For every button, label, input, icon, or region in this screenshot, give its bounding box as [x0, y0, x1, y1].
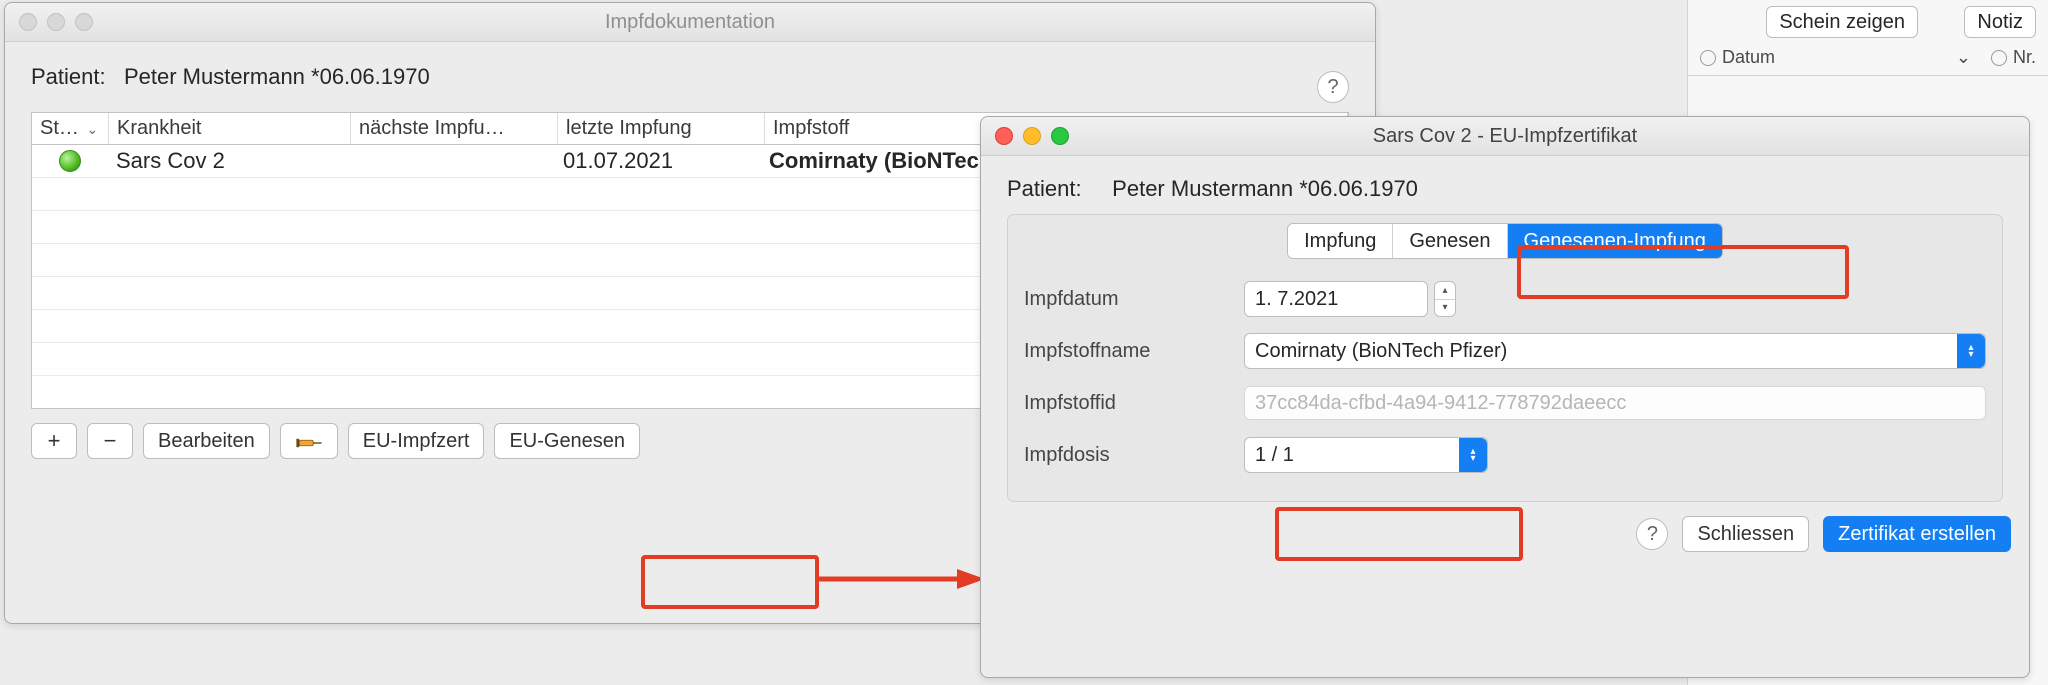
- select-arrows-icon: ▴▾: [1459, 438, 1487, 472]
- window-title: Impfdokumentation: [5, 11, 1375, 34]
- schein-button[interactable]: Schein zeigen: [1766, 6, 1918, 38]
- cell-letzte: 01.07.2021: [555, 148, 761, 174]
- arrow-icon: [817, 563, 987, 595]
- label-impfdosis: Impfdosis: [1024, 444, 1244, 467]
- cell-krankheit: Sars Cov 2: [108, 148, 349, 174]
- impfdatum-input[interactable]: 1. 7.2021: [1244, 281, 1428, 317]
- patient-label: Patient:: [1007, 176, 1082, 201]
- highlight-eu-genesen: [641, 555, 819, 609]
- close-icon[interactable]: [19, 13, 37, 31]
- col-naechste[interactable]: nächste Impfu…: [351, 113, 558, 144]
- traffic-lights: [995, 127, 1069, 145]
- schliessen-button[interactable]: Schliessen: [1682, 516, 1809, 552]
- select-arrows-icon: ▴▾: [1957, 334, 1985, 368]
- status-green-icon: [59, 150, 81, 172]
- tab-segment: Impfung Genesen Genesenen-Impfung: [1287, 223, 1723, 259]
- chevron-down-icon: ⌄: [1956, 47, 1971, 68]
- impfdosis-select[interactable]: 1 / 1 ▴▾: [1244, 437, 1488, 473]
- patient-line: Patient: Peter Mustermann *06.06.1970: [1007, 176, 2003, 202]
- patient-line: Patient: Peter Mustermann *06.06.1970: [31, 64, 430, 90]
- impfstoffname-select[interactable]: Comirnaty (BioNTech Pfizer) ▴▾: [1244, 333, 1986, 369]
- close-icon[interactable]: [995, 127, 1013, 145]
- help-button[interactable]: ?: [1636, 518, 1668, 550]
- minimize-icon[interactable]: [1023, 127, 1041, 145]
- patient-value: Peter Mustermann *06.06.1970: [124, 64, 430, 89]
- tab-impfung[interactable]: Impfung: [1288, 224, 1393, 258]
- label-impfdatum: Impfdatum: [1024, 288, 1244, 311]
- syringe-icon: [295, 432, 323, 450]
- chevron-up-icon: ▴: [1435, 282, 1455, 300]
- chevron-down-icon: ▾: [1435, 300, 1455, 317]
- radio-icon: [1700, 50, 1716, 66]
- eu-genesen-button[interactable]: EU-Genesen: [494, 423, 640, 459]
- help-button[interactable]: ?: [1317, 71, 1349, 103]
- tab-genesenen-impfung[interactable]: Genesenen-Impfung: [1508, 224, 1722, 258]
- titlebar: Sars Cov 2 - EU-Impfzertifikat: [981, 117, 2029, 156]
- form-card: Impfung Genesen Genesenen-Impfung Impfda…: [1007, 214, 2003, 502]
- eu-impfzert-button[interactable]: EU-Impfzert: [348, 423, 485, 459]
- bg-table-header: Datum ⌄ Nr.: [1688, 40, 2048, 76]
- minimize-icon[interactable]: [47, 13, 65, 31]
- notiz-button[interactable]: Notiz: [1964, 6, 2036, 38]
- traffic-lights: [19, 13, 93, 31]
- bottom-bar: ? Schliessen Zertifikat erstellen: [981, 502, 2029, 564]
- label-impfstoffname: Impfstoffname: [1024, 340, 1244, 363]
- chevron-down-icon: ⌄: [86, 121, 98, 137]
- titlebar: Impfdokumentation: [5, 3, 1375, 42]
- syringe-button[interactable]: [280, 423, 338, 459]
- col-datum[interactable]: Datum: [1722, 47, 1956, 68]
- remove-button[interactable]: −: [87, 423, 133, 459]
- zertifikat-erstellen-button[interactable]: Zertifikat erstellen: [1823, 516, 2011, 552]
- patient-label: Patient:: [31, 64, 106, 89]
- label-impfstoffid: Impfstoffid: [1024, 392, 1244, 415]
- patient-value: Peter Mustermann *06.06.1970: [1112, 176, 1418, 201]
- date-stepper[interactable]: ▴ ▾: [1434, 281, 1456, 317]
- col-nr[interactable]: Nr.: [2013, 47, 2036, 68]
- tab-genesen[interactable]: Genesen: [1393, 224, 1507, 258]
- impfstoffid-field: 37cc84da-cfbd-4a94-9412-778792daeecc: [1244, 386, 1986, 420]
- col-krankheit[interactable]: Krankheit: [109, 113, 351, 144]
- window-title: Sars Cov 2 - EU-Impfzertifikat: [981, 125, 2029, 148]
- col-letzte[interactable]: letzte Impfung: [558, 113, 765, 144]
- col-status[interactable]: St… ⌄: [32, 113, 109, 144]
- add-button[interactable]: +: [31, 423, 77, 459]
- maximize-icon[interactable]: [75, 13, 93, 31]
- radio-icon-2: [1991, 50, 2007, 66]
- maximize-icon[interactable]: [1051, 127, 1069, 145]
- window-eu-impfzertifikat: Sars Cov 2 - EU-Impfzertifikat Patient: …: [980, 116, 2030, 678]
- bearbeiten-button[interactable]: Bearbeiten: [143, 423, 270, 459]
